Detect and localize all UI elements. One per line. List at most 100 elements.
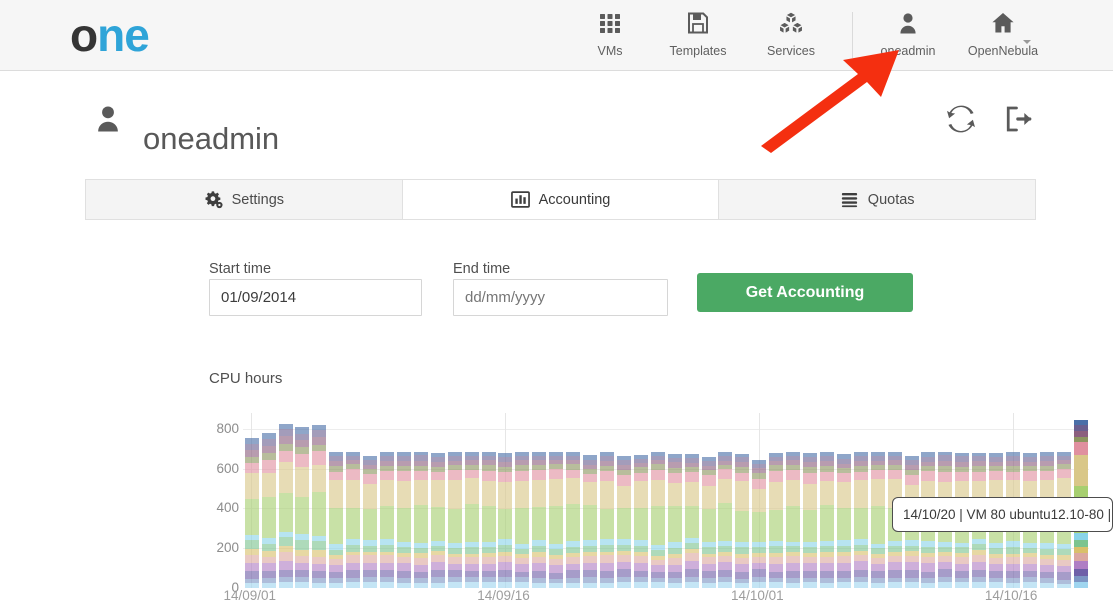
brand-logo[interactable]: one [70,8,150,62]
chart-bar-segment [651,549,665,556]
chart-bar[interactable] [279,423,293,588]
chart-bar-segment [786,552,800,557]
chart-bar-segment [498,472,512,482]
nav-item-templates[interactable]: Templates [652,8,744,64]
tab-accounting[interactable]: Accounting [402,180,720,219]
chart-bar[interactable] [803,452,817,588]
chart-bar-segment [262,570,276,579]
chart-bar-segment [1006,451,1020,456]
chart-bar-segment [820,582,834,588]
chart-bar-segment [837,563,851,571]
start-time-input[interactable] [209,279,422,316]
y-axis-tick-label: 200 [216,540,239,556]
chart-bar[interactable] [752,452,766,588]
chart-bar[interactable] [718,451,732,588]
chart-bar-segment [380,551,394,556]
chart-bar-segment [515,460,529,465]
chart-bar-segment [735,466,749,473]
chart-bar[interactable] [549,451,563,588]
chart-bar[interactable] [769,452,783,588]
chart-bar[interactable] [837,452,851,588]
chart-bar[interactable] [617,452,631,588]
chart-bar[interactable] [786,451,800,588]
chart-bar-segment [668,467,682,474]
chart-bar-segment [414,547,428,554]
chart-bar[interactable] [431,452,445,588]
chart-bar[interactable] [482,451,496,588]
get-accounting-button[interactable]: Get Accounting [697,273,913,312]
tab-quotas[interactable]: Quotas [719,180,1036,219]
chart-bar[interactable] [414,451,428,588]
chart-bar-segment [685,581,699,588]
chart-bar[interactable] [262,430,276,588]
chart-bar[interactable] [583,452,597,588]
chart-bar-segment [414,470,428,480]
chart-bar-segment [583,459,597,465]
chart-bar[interactable] [685,452,699,588]
chart-bar-segment [905,460,919,466]
chart-bar-segment [448,563,462,571]
chart-bar-segment [1040,451,1054,457]
chart-bar[interactable] [312,425,326,588]
chart-bar-segment [566,552,580,558]
chart-bar-segment [820,451,834,456]
chart-bar[interactable] [634,452,648,588]
nav-item-services[interactable]: Services [745,8,837,64]
chart-bar-segment [295,577,309,582]
refresh-icon[interactable] [944,102,982,140]
sign-out-icon[interactable] [1000,102,1038,140]
tab-settings[interactable]: Settings [86,180,403,219]
chart-bar-segment [668,548,682,555]
chart-bar-segment [329,549,343,555]
chart-bar[interactable] [566,451,580,588]
chart-bar-segment [752,467,766,473]
chart-bar-segment [465,469,479,479]
tab-label-settings: Settings [231,191,285,208]
chart-bar-segment [397,583,411,588]
chart-bar[interactable] [532,452,546,588]
chart-bar-segment [921,546,935,553]
chart-bar[interactable] [854,451,868,588]
chart-bar[interactable] [702,452,716,588]
chart-bar-segment [566,577,580,583]
chart-bar[interactable] [498,452,512,588]
chart-bar[interactable] [448,452,462,588]
chart-bar-segment [279,436,293,445]
chart-bar-segment [566,541,580,547]
chart-bar-segment [498,551,512,557]
chart-bar[interactable] [871,451,885,588]
chart-bar[interactable] [668,452,682,588]
chart-bar[interactable] [346,451,360,588]
nav-item-opennebula-zone[interactable]: OpenNebula [957,8,1049,64]
chart-bar-segment [498,562,512,571]
chart-bar[interactable] [600,451,614,588]
chart-bar[interactable] [735,452,749,588]
chart-bar-segment [685,542,699,550]
chart-bar[interactable] [820,451,834,588]
chart-bar-segment [532,452,546,456]
chart-bar-segment [498,481,512,510]
chart-bar-segment [1074,533,1088,541]
chart-bar[interactable] [465,451,479,588]
chart-bar[interactable] [651,452,665,588]
chart-bar-segment [702,470,716,476]
chart-bar-segment [549,544,563,549]
chart-bar[interactable] [329,451,343,588]
nav-item-vms[interactable]: VMs [564,8,656,64]
nav-item-oneadmin[interactable]: oneadmin [862,8,954,64]
chart-bar[interactable] [515,451,529,588]
chevron-down-icon[interactable] [1023,40,1031,44]
chart-bar[interactable] [380,452,394,588]
chart-bar[interactable] [397,451,411,588]
chart-bar-segment [363,569,377,577]
chart-bar-segment [938,577,952,583]
chart-bar-segment [414,557,428,565]
chart-bar[interactable] [363,452,377,588]
end-time-input[interactable] [453,279,668,316]
chart-bar-segment [532,556,546,563]
chart-bar[interactable] [295,424,309,588]
chart-bar-segment [329,508,343,545]
chart-bar-segment [837,552,851,557]
chart-bar[interactable] [245,432,259,588]
chart-bar-segment [1006,471,1020,481]
